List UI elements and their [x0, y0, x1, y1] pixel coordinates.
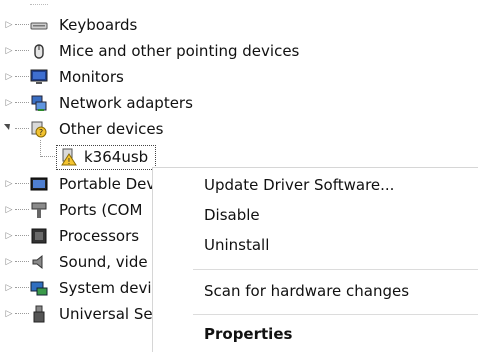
- tree-item-label: Mice and other pointing devices: [59, 42, 300, 60]
- tree-connector: [15, 102, 29, 104]
- tree-item-label: Keyboards: [59, 16, 138, 34]
- tree-connector: [15, 183, 29, 185]
- tree-item-label: Ports (COM: [59, 201, 143, 219]
- sound-icon: [30, 253, 48, 271]
- tree-item-other-devices[interactable]: ? Other devices: [0, 116, 478, 142]
- menu-item-uninstall[interactable]: Uninstall: [153, 230, 478, 260]
- port-icon: [30, 201, 48, 219]
- menu-separator: [193, 269, 478, 270]
- tree-connector: [15, 209, 29, 211]
- tree-connector: [15, 261, 29, 263]
- expand-arrow-icon[interactable]: ▷: [4, 282, 14, 294]
- expand-arrow-icon[interactable]: ▷: [4, 19, 14, 31]
- monitor-icon: [30, 68, 48, 86]
- tree-item-label: System devi: [59, 279, 152, 297]
- tree-connector: [15, 128, 29, 130]
- collapse-arrow-icon[interactable]: [4, 124, 10, 130]
- expand-arrow-icon[interactable]: ▷: [4, 204, 14, 216]
- menu-separator: [193, 314, 478, 315]
- menu-item-label: Scan for hardware changes: [204, 282, 410, 300]
- expand-arrow-icon[interactable]: ▷: [4, 256, 14, 268]
- expand-arrow-icon[interactable]: ▷: [4, 71, 14, 83]
- svg-text:?: ?: [39, 128, 43, 137]
- tree-item-label: Network adapters: [59, 94, 193, 112]
- tree-connector: [15, 313, 29, 315]
- unknown-device-warning-icon: !: [60, 148, 78, 166]
- portable-device-icon: [30, 175, 48, 193]
- svg-text:!: !: [67, 157, 70, 166]
- tree-item-keyboards[interactable]: ▷ Keyboards: [0, 12, 478, 38]
- menu-item-label: Properties: [204, 325, 293, 343]
- tree-item-label: Portable Dev: [59, 175, 156, 193]
- tree-connector: [41, 156, 55, 158]
- menu-item-update-driver-software[interactable]: Update Driver Software...: [153, 170, 478, 200]
- menu-item-scan-for-hardware-changes[interactable]: Scan for hardware changes: [153, 276, 478, 306]
- tree-item-label: Other devices: [59, 120, 164, 138]
- tree-item-label: Processors: [59, 227, 140, 245]
- tree-connector: [15, 24, 29, 26]
- tree-top-fragment: [30, 0, 48, 5]
- tree-item-monitors[interactable]: ▷ Monitors: [0, 64, 478, 90]
- tree-connector: [15, 287, 29, 289]
- menu-item-properties[interactable]: Properties: [153, 319, 478, 349]
- tree-connector: [15, 76, 29, 78]
- processor-icon: [30, 227, 48, 245]
- tree-connector: [15, 50, 29, 52]
- tree-item-label: Sound, vide: [59, 253, 148, 271]
- tree-item-label: Monitors: [59, 68, 124, 86]
- tree-connector: [15, 235, 29, 237]
- expand-arrow-icon[interactable]: ▷: [4, 97, 14, 109]
- context-menu: Update Driver Software... Disable Uninst…: [152, 167, 478, 352]
- expand-arrow-icon[interactable]: ▷: [4, 178, 14, 190]
- menu-item-label: Disable: [204, 206, 260, 224]
- system-device-icon: [30, 279, 48, 297]
- tree-item-network-adapters[interactable]: ▷ Network adapters: [0, 90, 478, 116]
- tree-item-mice[interactable]: ▷ Mice and other pointing devices: [0, 38, 478, 64]
- usb-icon: [30, 305, 48, 323]
- keyboard-icon: [30, 16, 48, 34]
- menu-item-label: Uninstall: [204, 236, 270, 254]
- menu-item-disable[interactable]: Disable: [153, 200, 478, 230]
- network-adapter-icon: [30, 94, 48, 112]
- mouse-icon: [30, 42, 48, 60]
- menu-item-label: Update Driver Software...: [204, 176, 395, 194]
- other-devices-icon: ?: [30, 120, 48, 138]
- tree-item-label: Universal Se: [59, 305, 153, 323]
- expand-arrow-icon[interactable]: ▷: [4, 45, 14, 57]
- expand-arrow-icon[interactable]: ▷: [4, 308, 14, 320]
- expand-arrow-icon[interactable]: ▷: [4, 230, 14, 242]
- tree-item-label: k364usb: [84, 148, 149, 166]
